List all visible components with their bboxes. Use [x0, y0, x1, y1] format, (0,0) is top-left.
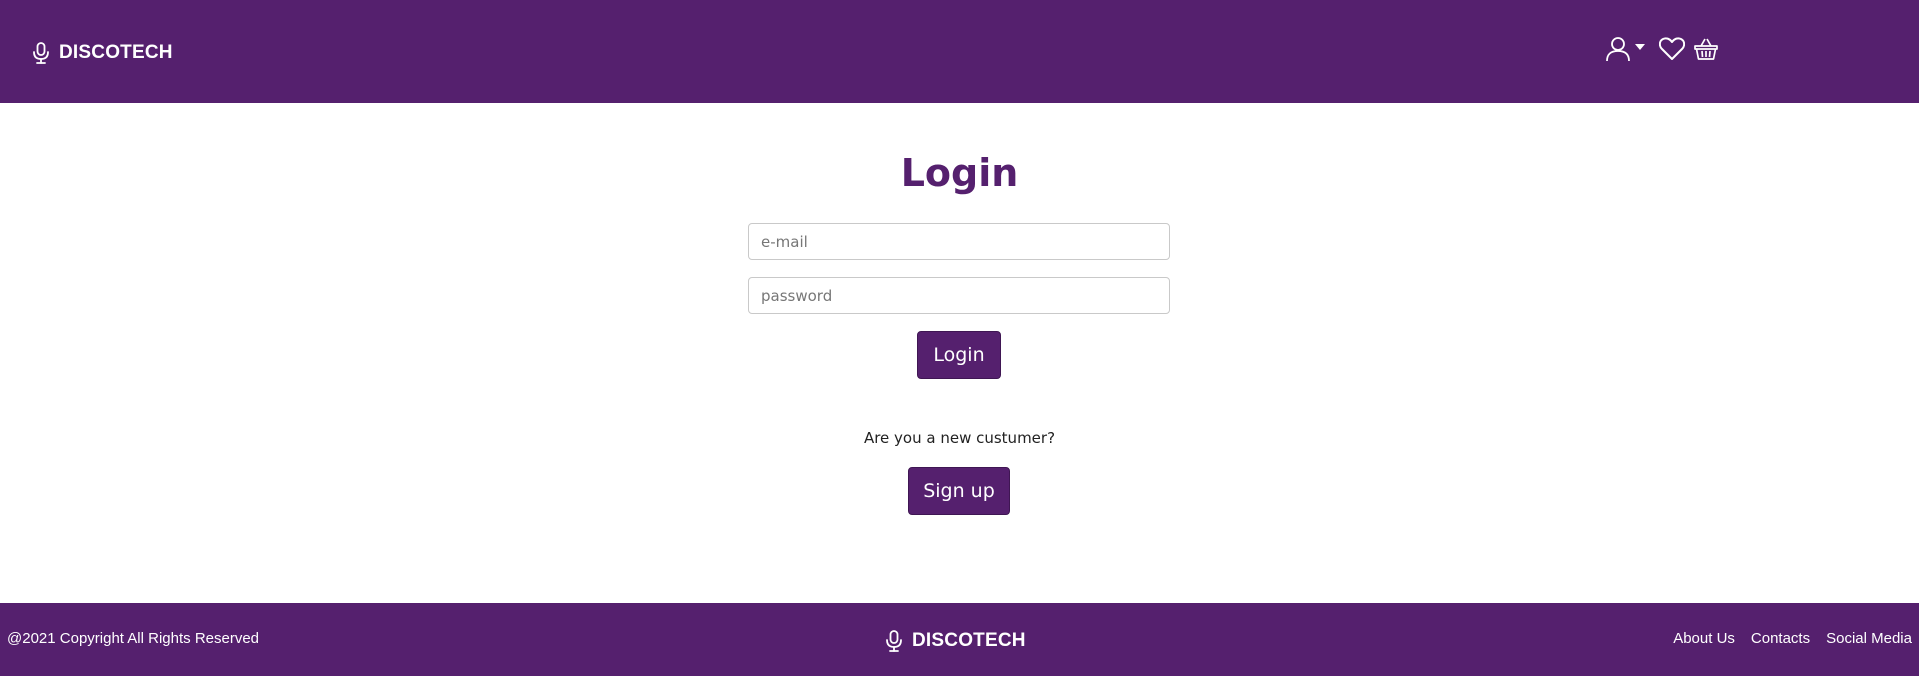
about-us-link[interactable]: About Us	[1673, 630, 1735, 647]
footer-brand-name: DISCOTECH	[912, 630, 1026, 651]
brand-logo[interactable]: DISCOTECH	[32, 41, 173, 65]
site-header: DISCOTECH	[0, 0, 1919, 103]
login-button[interactable]: Login	[917, 331, 1001, 379]
contacts-link[interactable]: Contacts	[1751, 630, 1810, 647]
heart-icon	[1659, 37, 1685, 60]
user-icon	[1606, 37, 1630, 62]
account-dropdown[interactable]	[1606, 36, 1645, 62]
footer-nav: About Us Contacts Social Media	[1657, 630, 1912, 647]
page-title: Login	[900, 151, 1019, 195]
login-section: Login Login Are you a new custumer? Sign…	[0, 103, 1919, 603]
microphone-icon	[33, 42, 49, 64]
signup-button[interactable]: Sign up	[908, 467, 1010, 515]
cart-button[interactable]	[1694, 38, 1718, 60]
email-field[interactable]	[748, 223, 1170, 260]
microphone-icon	[886, 630, 902, 652]
copyright-text: @2021 Copyright All Rights Reserved	[7, 630, 260, 647]
password-field[interactable]	[748, 277, 1170, 314]
new-customer-prompt: Are you a new custumer?	[863, 429, 1056, 447]
basket-icon	[1694, 38, 1718, 60]
brand-name: DISCOTECH	[59, 42, 173, 63]
footer-brand-logo[interactable]: DISCOTECH	[885, 629, 1026, 653]
social-media-link[interactable]: Social Media	[1826, 630, 1912, 647]
chevron-down-icon	[1635, 44, 1645, 50]
site-footer: @2021 Copyright All Rights Reserved DISC…	[0, 603, 1919, 676]
wishlist-button[interactable]	[1659, 37, 1685, 61]
header-actions	[1606, 32, 1718, 66]
